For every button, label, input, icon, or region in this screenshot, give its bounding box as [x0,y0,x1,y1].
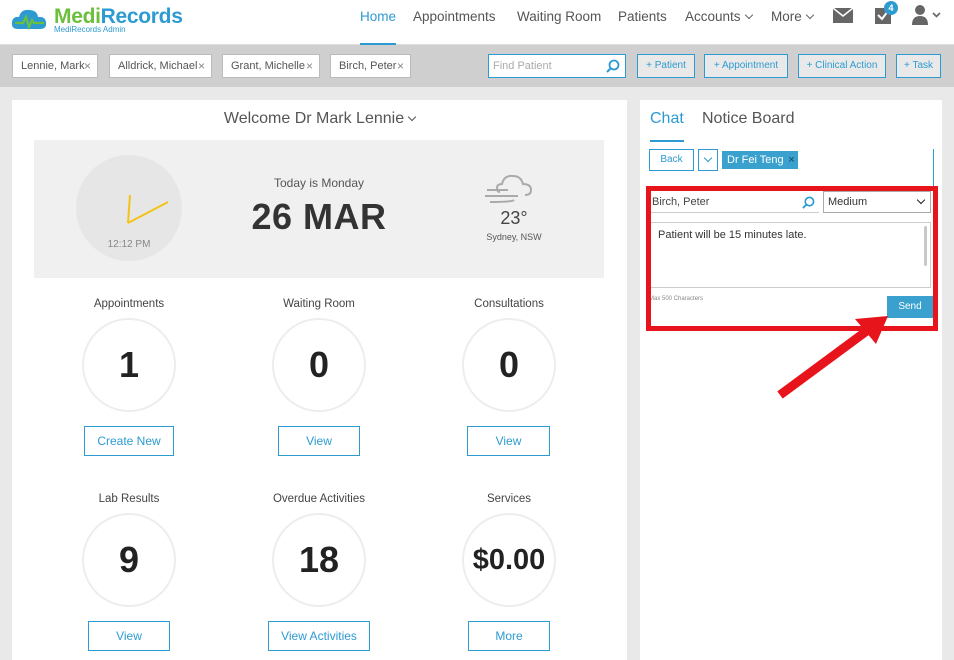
nav-appointments[interactable]: Appointments [413,0,496,45]
chat-panel: Chat Notice Board Back Dr Fei Teng × Birc… [640,100,942,660]
brand-logo[interactable]: MediRecords MediRecords Admin [10,3,183,39]
patient-tab[interactable]: Grant, Michelle × [222,54,320,78]
nav-waiting-room[interactable]: Waiting Room [517,0,601,45]
send-button[interactable]: Send [887,296,933,318]
patient-tab[interactable]: Birch, Peter × [330,54,411,78]
stat-value: 1 [82,318,176,412]
priority-select[interactable]: Medium [823,191,931,213]
date-weather-banner: 12:12 PM Today is Monday 26 MAR 23° Sydn… [34,140,604,278]
stat-appointments: Appointments 1 Create New [64,298,194,468]
wind-cloud-weather-icon [485,174,533,203]
chevron-down-icon [407,112,417,122]
message-compose-area: Birch, Peter Medium Patient will be 15 m… [648,190,934,322]
stat-value: 0 [462,318,556,412]
view-waiting-room-button[interactable]: View [278,426,360,456]
patient-field-value: Birch, Peter [652,196,710,208]
close-icon[interactable]: × [306,55,313,77]
priority-value: Medium [828,196,868,208]
stat-lab-results: Lab Results 9 View [64,493,194,660]
chevron-down-icon [805,10,815,20]
search-icon[interactable] [606,59,620,73]
analog-clock: 12:12 PM [76,155,182,261]
chevron-down-icon [744,10,753,20]
today-label: Today is Monday [273,176,365,190]
patient-tab-label: Lennie, Mark [21,60,85,72]
user-account-icon[interactable] [912,5,942,25]
brand-subtitle: MediRecords Admin [54,25,126,34]
nav-accounts[interactable]: Accounts [685,0,753,45]
stat-overdue-activities: Overdue Activities 18 View Activities [254,493,384,660]
nav-home[interactable]: Home [360,0,396,45]
close-icon[interactable]: × [198,55,205,77]
message-textarea[interactable]: Patient will be 15 minutes late. [649,222,931,288]
patient-tab[interactable]: Lennie, Mark × [12,54,98,78]
chevron-down-icon [703,153,713,163]
create-new-appointment-button[interactable]: Create New [84,426,174,456]
nav-more-label: More [771,9,802,24]
welcome-heading[interactable]: Welcome Dr Mark Lennie [12,110,627,128]
chevron-down-icon [916,195,926,205]
stat-label: Lab Results [98,493,160,505]
stat-label: Waiting Room [283,298,355,310]
more-services-button[interactable]: More [468,621,550,651]
tab-notice-board[interactable]: Notice Board [702,110,795,128]
message-scrollbar[interactable] [924,226,927,266]
recipient-field[interactable]: Dr Fei Teng × [720,149,934,187]
weather-location: Sydney, NSW [486,232,542,242]
add-appointment-button[interactable]: + Appointment [704,54,788,78]
clock-time: 12:12 PM [107,239,151,250]
stat-waiting-room: Waiting Room 0 View [254,298,384,468]
add-clinical-action-button[interactable]: + Clinical Action [798,54,886,78]
current-date: 26 MAR [251,196,387,237]
stat-value: 0 [272,318,366,412]
recipient-name: Dr Fei Teng [727,154,784,166]
view-activities-button[interactable]: View Activities [268,621,370,651]
tab-chat[interactable]: Chat [650,110,684,142]
dashboard-panel: Welcome Dr Mark Lennie 12:12 PM Today is… [12,100,627,660]
stat-services: Services $0.00 More [444,493,574,660]
cloud-pulse-icon [11,9,47,31]
close-icon[interactable]: × [84,55,91,77]
view-consultations-button[interactable]: View [467,426,550,456]
patient-field[interactable]: Birch, Peter [649,191,819,213]
patient-tab-label: Alldrick, Michael [118,60,198,72]
back-button[interactable]: Back [649,149,694,171]
recipient-chip: Dr Fei Teng × [722,151,798,169]
stat-label: Consultations [474,298,544,310]
stat-value: $0.00 [462,513,556,607]
nav-more[interactable]: More [771,0,815,45]
close-icon[interactable]: × [788,151,794,169]
add-task-button[interactable]: + Task [896,54,941,78]
stat-label: Overdue Activities [272,493,366,505]
open-patients-bar: Lennie, Mark × Alldrick, Michael × Grant, … [0,45,954,87]
mail-icon[interactable] [833,8,853,23]
stat-label: Appointments [93,298,165,310]
patient-tab-label: Birch, Peter [339,60,397,72]
close-icon[interactable]: × [397,55,404,77]
recipient-dropdown-button[interactable] [698,149,718,171]
nav-accounts-label: Accounts [685,9,741,24]
message-text: Patient will be 15 minutes late. [658,229,807,241]
stat-consultations: Consultations 0 View [444,298,574,468]
stat-value: 9 [82,513,176,607]
patient-tab[interactable]: Alldrick, Michael × [109,54,212,78]
max-characters-hint: Max 500 Characters [649,296,704,302]
view-lab-results-button[interactable]: View [88,621,170,651]
top-navigation: MediRecords MediRecords Admin Home Appoi… [0,0,954,45]
welcome-text: Welcome Dr Mark Lennie [223,110,405,127]
search-icon[interactable] [802,196,815,209]
stat-label: Services [486,493,532,505]
temperature: 23° [500,208,528,228]
add-patient-button[interactable]: + Patient [637,54,695,78]
patient-tab-label: Grant, Michelle [231,60,305,72]
tasks-count-badge: 4 [884,1,898,15]
stat-value: 18 [272,513,366,607]
find-patient-input[interactable]: Find Patient [488,54,626,78]
nav-patients[interactable]: Patients [618,0,667,45]
find-patient-placeholder: Find Patient [493,60,552,72]
